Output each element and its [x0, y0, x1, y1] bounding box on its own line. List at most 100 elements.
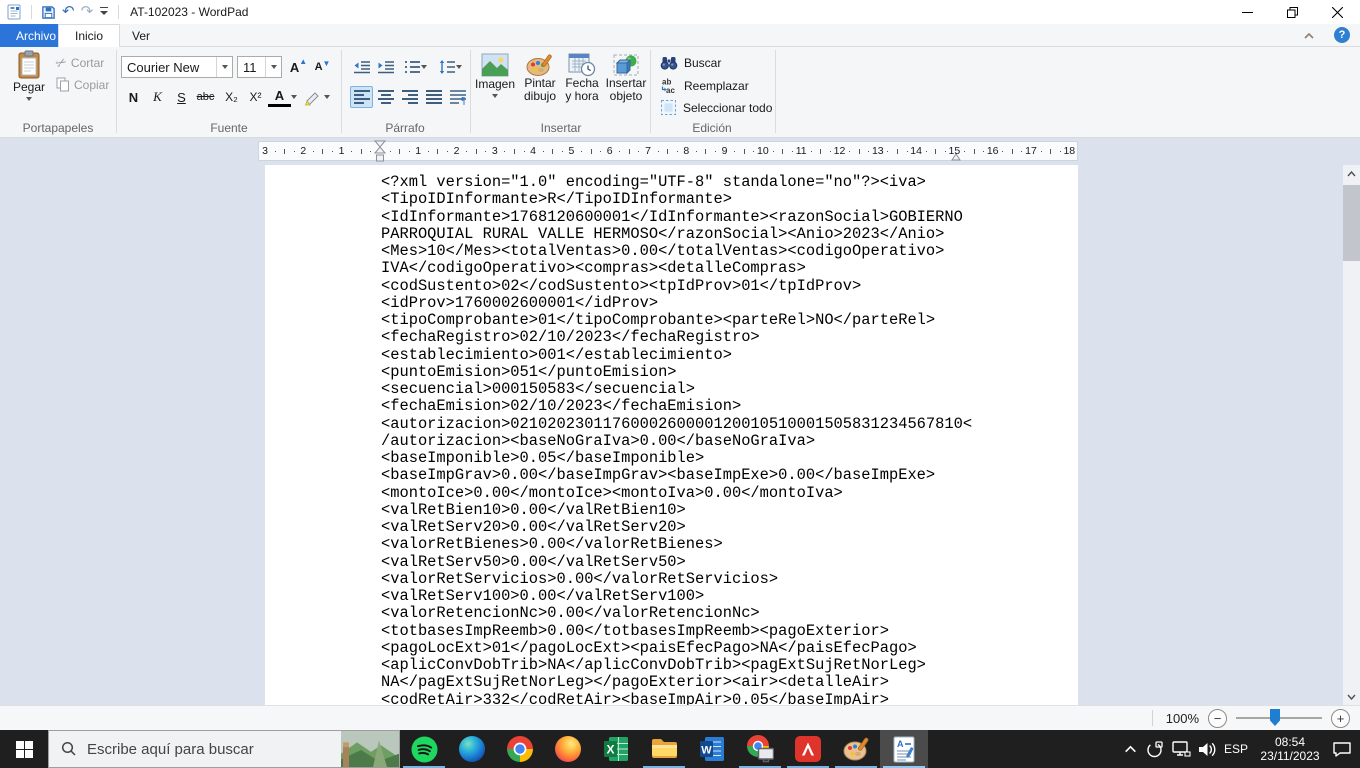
collapse-ribbon-icon[interactable] [1302, 29, 1316, 43]
align-center-button[interactable] [374, 86, 397, 108]
save-button[interactable] [41, 5, 56, 20]
ribbon: Pegar ✂ Cortar Copiar Portapapeles Couri… [0, 47, 1360, 138]
font-color-dropdown[interactable] [288, 86, 300, 108]
zoom-slider[interactable] [1236, 709, 1322, 727]
group-label-font: Fuente [210, 121, 248, 135]
superscript-button[interactable]: X² [244, 86, 267, 108]
align-left-button[interactable] [350, 86, 373, 108]
search-icon [61, 741, 76, 756]
cut-button[interactable]: ✂ Cortar [53, 53, 105, 71]
underline-button[interactable]: S [170, 86, 193, 108]
system-tray: ESP 08:54 23/11/2023 [1123, 730, 1360, 768]
wordpad-app-icon[interactable] [6, 4, 22, 20]
bold-button[interactable]: N [122, 86, 145, 108]
search-highlight-image[interactable] [341, 731, 399, 767]
select-all-button[interactable]: Seleccionar todo [660, 99, 772, 116]
customize-toolbar-dropdown[interactable] [99, 7, 109, 17]
document-area: <?xml version="1.0" encoding="UTF-8" sta… [0, 165, 1360, 705]
copy-button[interactable]: Copiar [56, 77, 109, 92]
cast-icon[interactable] [1145, 740, 1164, 759]
paragraph-settings-button[interactable]: ¶ [446, 86, 469, 108]
indent-marker[interactable] [374, 140, 386, 165]
document-page[interactable]: <?xml version="1.0" encoding="UTF-8" sta… [265, 165, 1078, 705]
divider [341, 50, 342, 133]
font-family-combo[interactable]: Courier New [121, 56, 233, 78]
redo-button[interactable]: ↷ [81, 4, 94, 19]
minimize-button[interactable] [1225, 0, 1270, 24]
restore-button[interactable] [1270, 0, 1315, 24]
divider [31, 5, 32, 19]
taskbar-search-input[interactable]: Escribe aquí para buscar [48, 730, 400, 768]
list-button[interactable] [400, 56, 430, 78]
taskbar-app-chrome-remote-desktop[interactable] [736, 730, 784, 768]
document-text[interactable]: <?xml version="1.0" encoding="UTF-8" sta… [381, 173, 972, 705]
paste-label: Pegar [12, 80, 46, 94]
network-icon[interactable] [1171, 740, 1191, 758]
zoom-out-button[interactable]: − [1208, 708, 1227, 728]
volume-icon[interactable] [1198, 741, 1217, 758]
close-button[interactable] [1315, 0, 1360, 24]
subscript-button[interactable]: X₂ [220, 86, 243, 108]
tab-inicio[interactable]: Inicio [58, 24, 121, 47]
zoom-level: 100% [1165, 710, 1199, 726]
edge-icon [459, 736, 485, 762]
justify-button[interactable] [422, 86, 445, 108]
taskbar-app-firefox[interactable] [544, 730, 592, 768]
paint-drawing-button[interactable]: Pintar dibujo [518, 53, 562, 103]
insert-image-label: Imagen [474, 77, 516, 91]
zoom-slider-handle[interactable] [1270, 709, 1280, 726]
taskbar-app-file-explorer[interactable] [640, 730, 688, 768]
language-indicator[interactable]: ESP [1224, 742, 1248, 756]
vertical-scrollbar[interactable] [1343, 165, 1360, 705]
tray-expand-icon[interactable] [1123, 742, 1138, 757]
clock[interactable]: 08:54 23/11/2023 [1255, 735, 1325, 763]
scroll-up-button[interactable] [1343, 165, 1360, 182]
replace-button[interactable]: ab ac Reemplazar [660, 77, 749, 94]
file-explorer-icon [651, 739, 677, 758]
align-right-button[interactable] [398, 86, 421, 108]
undo-button[interactable]: ↶ [62, 4, 75, 19]
insert-image-button[interactable]: Imagen [474, 53, 516, 98]
taskbar-app-word[interactable]: W [688, 730, 736, 768]
start-button[interactable] [0, 730, 48, 768]
scroll-down-button[interactable] [1343, 688, 1360, 705]
line-spacing-button[interactable] [434, 56, 466, 78]
action-center-icon[interactable] [1332, 740, 1352, 758]
taskbar-app-edge[interactable] [448, 730, 496, 768]
highlight-dropdown[interactable] [321, 86, 333, 108]
date-time-button[interactable]: Fecha y hora [562, 53, 602, 103]
titlebar: ↶ ↷ AT-102023 - WordPad [0, 0, 1360, 24]
help-icon[interactable]: ? [1334, 27, 1350, 43]
find-icon [660, 57, 678, 70]
taskbar-app-spotify[interactable] [400, 730, 448, 768]
find-button[interactable]: Buscar [660, 55, 721, 71]
strikethrough-button[interactable]: abc [194, 86, 217, 108]
font-family-dropdown[interactable] [216, 57, 232, 77]
paint-drawing-icon [526, 54, 552, 76]
increase-indent-button[interactable] [374, 56, 397, 78]
tab-ver[interactable]: Ver [116, 24, 166, 47]
scrollbar-thumb[interactable] [1343, 185, 1360, 261]
group-label-clipboard: Portapapeles [22, 121, 94, 135]
taskbar-app-chrome[interactable] [496, 730, 544, 768]
paste-dropdown-icon [26, 97, 32, 101]
svg-text:A: A [897, 739, 904, 749]
paste-button[interactable]: Pegar [6, 50, 52, 101]
taskbar-app-wordpad[interactable]: A [880, 730, 928, 768]
taskbar-app-paint[interactable] [832, 730, 880, 768]
image-dropdown-icon [492, 94, 498, 98]
replace-icon: abac [661, 78, 675, 94]
taskbar-app-excel[interactable]: X [592, 730, 640, 768]
insert-object-button[interactable]: Insertar objeto [604, 53, 648, 103]
italic-button[interactable]: K [146, 86, 169, 108]
grow-font-button[interactable]: A ▲ [287, 56, 310, 78]
taskbar-app-acrobat-reader[interactable] [784, 730, 832, 768]
zoom-in-button[interactable]: + [1331, 708, 1350, 728]
paint-icon [843, 737, 868, 761]
decrease-indent-button[interactable] [350, 56, 373, 78]
font-size-dropdown[interactable] [265, 57, 281, 77]
font-size-combo[interactable]: 11 [237, 56, 282, 78]
shrink-font-button[interactable]: A ▼ [311, 56, 334, 78]
select-all-label: Seleccionar todo [683, 100, 773, 115]
svg-text:¶: ¶ [461, 96, 466, 105]
